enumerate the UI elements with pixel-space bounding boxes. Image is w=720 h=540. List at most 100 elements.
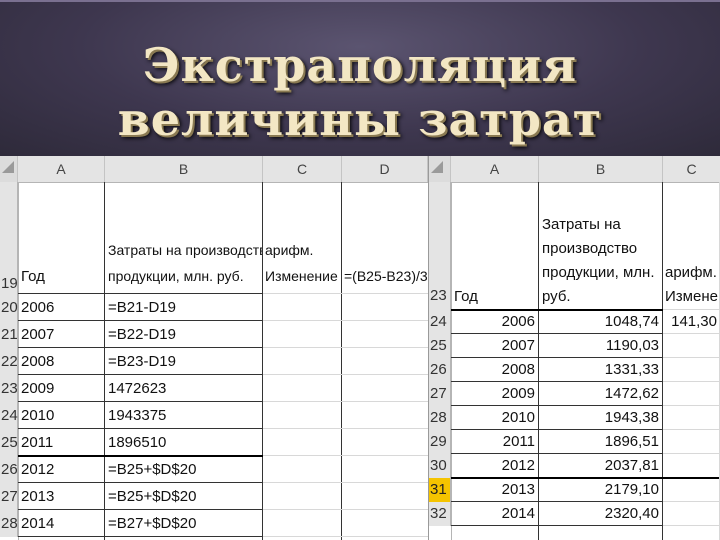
select-all-icon (2, 161, 14, 173)
row-header[interactable]: 28 (429, 406, 451, 430)
row-header[interactable]: 26 (429, 358, 451, 382)
column-header-a[interactable]: A (18, 156, 105, 182)
row-header[interactable]: 20 (0, 294, 18, 321)
cell-year[interactable]: 2014 (451, 502, 535, 526)
cell-cost[interactable]: 1190,03 (539, 334, 659, 358)
cell-year[interactable]: 2012 (21, 456, 101, 483)
row-header[interactable]: 22 (0, 348, 18, 375)
row-header[interactable]: 25 (429, 334, 451, 358)
cell-b-header-line2[interactable]: продукции, млн. руб. (108, 268, 263, 290)
row-header[interactable]: 24 (429, 310, 451, 334)
grid-line-horizontal (451, 357, 663, 358)
cell-cost[interactable]: 1896510 (108, 429, 263, 456)
grid-line-horizontal (263, 401, 428, 402)
cell-year[interactable]: 2007 (451, 334, 535, 358)
grid-line-horizontal (263, 428, 428, 429)
row-header[interactable]: 19 (0, 182, 18, 294)
cell-year[interactable]: 2007 (21, 321, 101, 348)
cell-b-header-line2[interactable]: производство (542, 240, 663, 262)
column-header-c[interactable]: C (263, 156, 342, 182)
cell-b-header-line1[interactable]: Затраты на производство (108, 242, 263, 264)
cell-year[interactable]: 2009 (451, 382, 535, 406)
cell-cost[interactable]: 1048,74 (539, 310, 659, 334)
cell-year[interactable]: 2013 (451, 478, 535, 502)
cell-year[interactable]: 2006 (451, 310, 535, 334)
cell-c-header-line2[interactable]: Изменение (665, 288, 720, 310)
group-separator (451, 309, 663, 311)
cell-d-formula[interactable]: =(B25-B23)/3 (344, 268, 428, 290)
cell-year[interactable]: 2008 (21, 348, 101, 375)
cell-cost[interactable]: 1331,33 (539, 358, 659, 382)
cell-cost[interactable]: 1472623 (108, 375, 263, 402)
cell-cost[interactable]: =B27+$D$20 (108, 510, 263, 537)
row-header[interactable]: 30 (429, 454, 451, 478)
cell-cost[interactable]: =B21-D19 (108, 294, 263, 321)
cell-year[interactable]: 2012 (451, 454, 535, 478)
cell-change[interactable] (663, 430, 717, 454)
cell-cost[interactable]: =B23-D19 (108, 348, 263, 375)
grid-line-horizontal (18, 401, 263, 402)
row-header[interactable]: 26 (0, 456, 18, 483)
row-header[interactable]: 28 (0, 510, 18, 537)
grid-line-horizontal (263, 509, 428, 510)
cell-cost[interactable]: =B22-D19 (108, 321, 263, 348)
column-header-a[interactable]: A (451, 156, 539, 182)
cell-year[interactable]: 2014 (21, 510, 101, 537)
row-header-selected[interactable]: 31 (429, 478, 451, 502)
cell-year[interactable]: 2010 (451, 406, 535, 430)
group-separator (18, 455, 263, 457)
cell-c-header-line1[interactable]: арифм. (265, 242, 341, 264)
cell-b-header-line3[interactable]: продукции, млн. (542, 264, 663, 286)
cell-cost[interactable]: 2320,40 (539, 502, 659, 526)
cell-a-header[interactable]: Год (454, 288, 538, 310)
cell-year[interactable]: 2010 (21, 402, 101, 429)
cell-change[interactable] (663, 406, 717, 430)
row-header[interactable]: 23 (429, 182, 451, 310)
cell-change[interactable] (663, 454, 717, 478)
cell-cost[interactable]: 1943375 (108, 402, 263, 429)
cell-change[interactable] (663, 382, 717, 406)
cell-cost[interactable]: 1943,38 (539, 406, 659, 430)
row-header[interactable]: 27 (429, 382, 451, 406)
cell-cost[interactable]: 2037,81 (539, 454, 659, 478)
grid-line-horizontal (263, 347, 428, 348)
cell-year[interactable]: 2011 (21, 429, 101, 456)
cell-change[interactable] (663, 358, 717, 382)
cell-year[interactable]: 2006 (21, 294, 101, 321)
column-header-d[interactable]: D (342, 156, 428, 182)
cell-change[interactable] (663, 502, 717, 526)
cell-year[interactable]: 2009 (21, 375, 101, 402)
cell-year[interactable]: 2011 (451, 430, 535, 454)
cell-change[interactable]: 141,30 (663, 310, 717, 334)
cell-cost[interactable]: 2179,10 (539, 478, 659, 502)
cell-b-header-line4[interactable]: руб. (542, 288, 663, 310)
row-header[interactable]: 32 (429, 502, 451, 526)
row-header[interactable]: 24 (0, 402, 18, 429)
cell-b-header-line1[interactable]: Затраты на (542, 216, 663, 238)
cell-cost[interactable]: 1896,51 (539, 430, 659, 454)
cell-c-header-line2[interactable]: Изменение (265, 268, 341, 290)
cell-cost[interactable]: 1472,62 (539, 382, 659, 406)
row-header[interactable]: 27 (0, 483, 18, 510)
row-header[interactable]: 21 (0, 321, 18, 348)
cell-cost[interactable]: =B25+$D$20 (108, 456, 263, 483)
cell-year[interactable]: 2008 (451, 358, 535, 382)
cell-change[interactable] (663, 334, 717, 358)
column-header-b[interactable]: B (539, 156, 663, 182)
column-header-b[interactable]: B (105, 156, 263, 182)
cell-year[interactable]: 2013 (21, 483, 101, 510)
cell-a-header[interactable]: Год (21, 268, 101, 290)
row-header[interactable]: 29 (429, 430, 451, 454)
row-header[interactable]: 25 (0, 429, 18, 456)
grid-line-horizontal (263, 374, 428, 375)
grid-line-horizontal (263, 455, 428, 456)
cell-cost[interactable]: =B25+$D$20 (108, 483, 263, 510)
column-header-c[interactable]: C (663, 156, 720, 182)
grid-line-horizontal (263, 320, 428, 321)
cell-c-header-line1[interactable]: арифм. (665, 264, 720, 286)
select-all-corner[interactable] (0, 156, 18, 182)
grid-line-vertical (662, 182, 663, 540)
select-all-corner[interactable] (429, 156, 451, 182)
row-header[interactable]: 23 (0, 375, 18, 402)
cell-change[interactable] (663, 478, 717, 502)
